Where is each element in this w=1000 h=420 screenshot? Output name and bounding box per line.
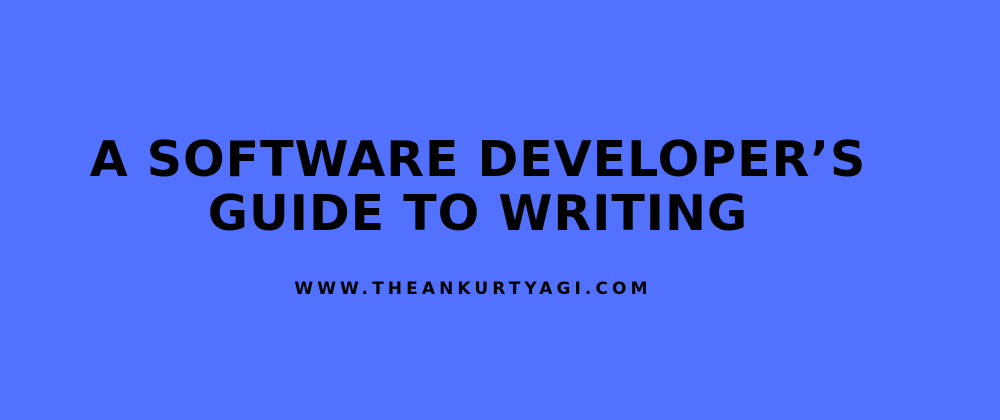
banner: A SOFTWARE DEVELOPER’S GUIDE TO WRITING … bbox=[0, 0, 1000, 420]
banner-title: A SOFTWARE DEVELOPER’S GUIDE TO WRITING bbox=[0, 133, 956, 241]
title-line-2: GUIDE TO WRITING bbox=[207, 185, 749, 242]
website-url: WWW.THEANKURTYAGI.COM bbox=[294, 279, 652, 299]
title-line-1: A SOFTWARE DEVELOPER’S bbox=[89, 131, 867, 188]
